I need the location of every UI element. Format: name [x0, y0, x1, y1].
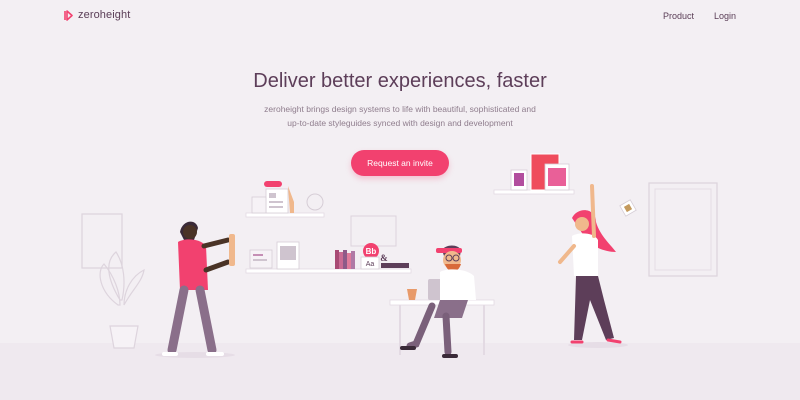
- shelf-upper-right: [493, 153, 575, 195]
- type-card-aa: Aa: [360, 256, 380, 270]
- person-standing-left: [155, 221, 235, 358]
- hero-illustration: Bb Aa &: [81, 153, 718, 358]
- potted-plant: [99, 251, 145, 349]
- person-standing-right: [558, 184, 628, 348]
- coffee-cup: [407, 289, 417, 300]
- shelf-upper-left: [245, 181, 325, 218]
- wall-frame-center: [350, 215, 397, 247]
- wall-frame-right: [648, 182, 718, 277]
- type-card-bb-text: Bb: [366, 247, 377, 256]
- type-card-aa-text: Aa: [366, 261, 375, 268]
- type-card-amp: &: [380, 253, 409, 268]
- wall-frame-left: [81, 213, 123, 269]
- type-card-amp-text: &: [380, 253, 388, 263]
- floating-swatch: [619, 199, 637, 217]
